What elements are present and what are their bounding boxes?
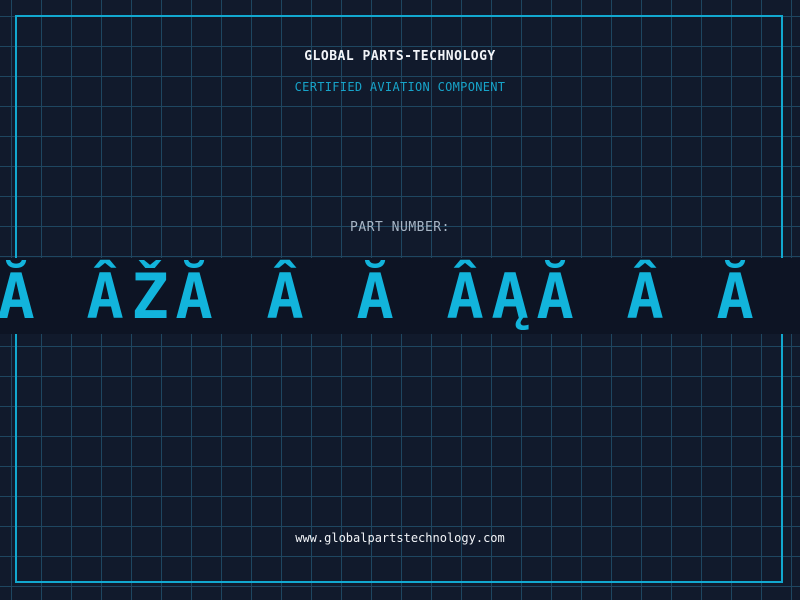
part-number-glyph: Â: [626, 260, 664, 333]
part-number-glyph: Ă: [716, 260, 754, 333]
part-number-glyph: Ž: [131, 260, 169, 333]
part-number-glyph: Ą: [491, 260, 529, 333]
website-url: www.globalpartstechnology.com: [295, 531, 505, 545]
part-number-glyph: Ă: [175, 260, 213, 333]
company-name: GLOBAL PARTS-TECHNOLOGY: [304, 49, 496, 64]
part-number-glyph: Â: [86, 260, 124, 333]
part-number-label: PART NUMBER:: [350, 220, 450, 235]
part-number-glyph: Ă: [0, 260, 35, 333]
part-number-glyph: Ă: [356, 260, 394, 333]
part-number-glyph: Ă: [536, 260, 574, 333]
subtitle: CERTIFIED AVIATION COMPONENT: [294, 80, 506, 94]
part-number-glyph: Â: [446, 260, 484, 333]
part-number-glyph: Â: [266, 260, 304, 333]
